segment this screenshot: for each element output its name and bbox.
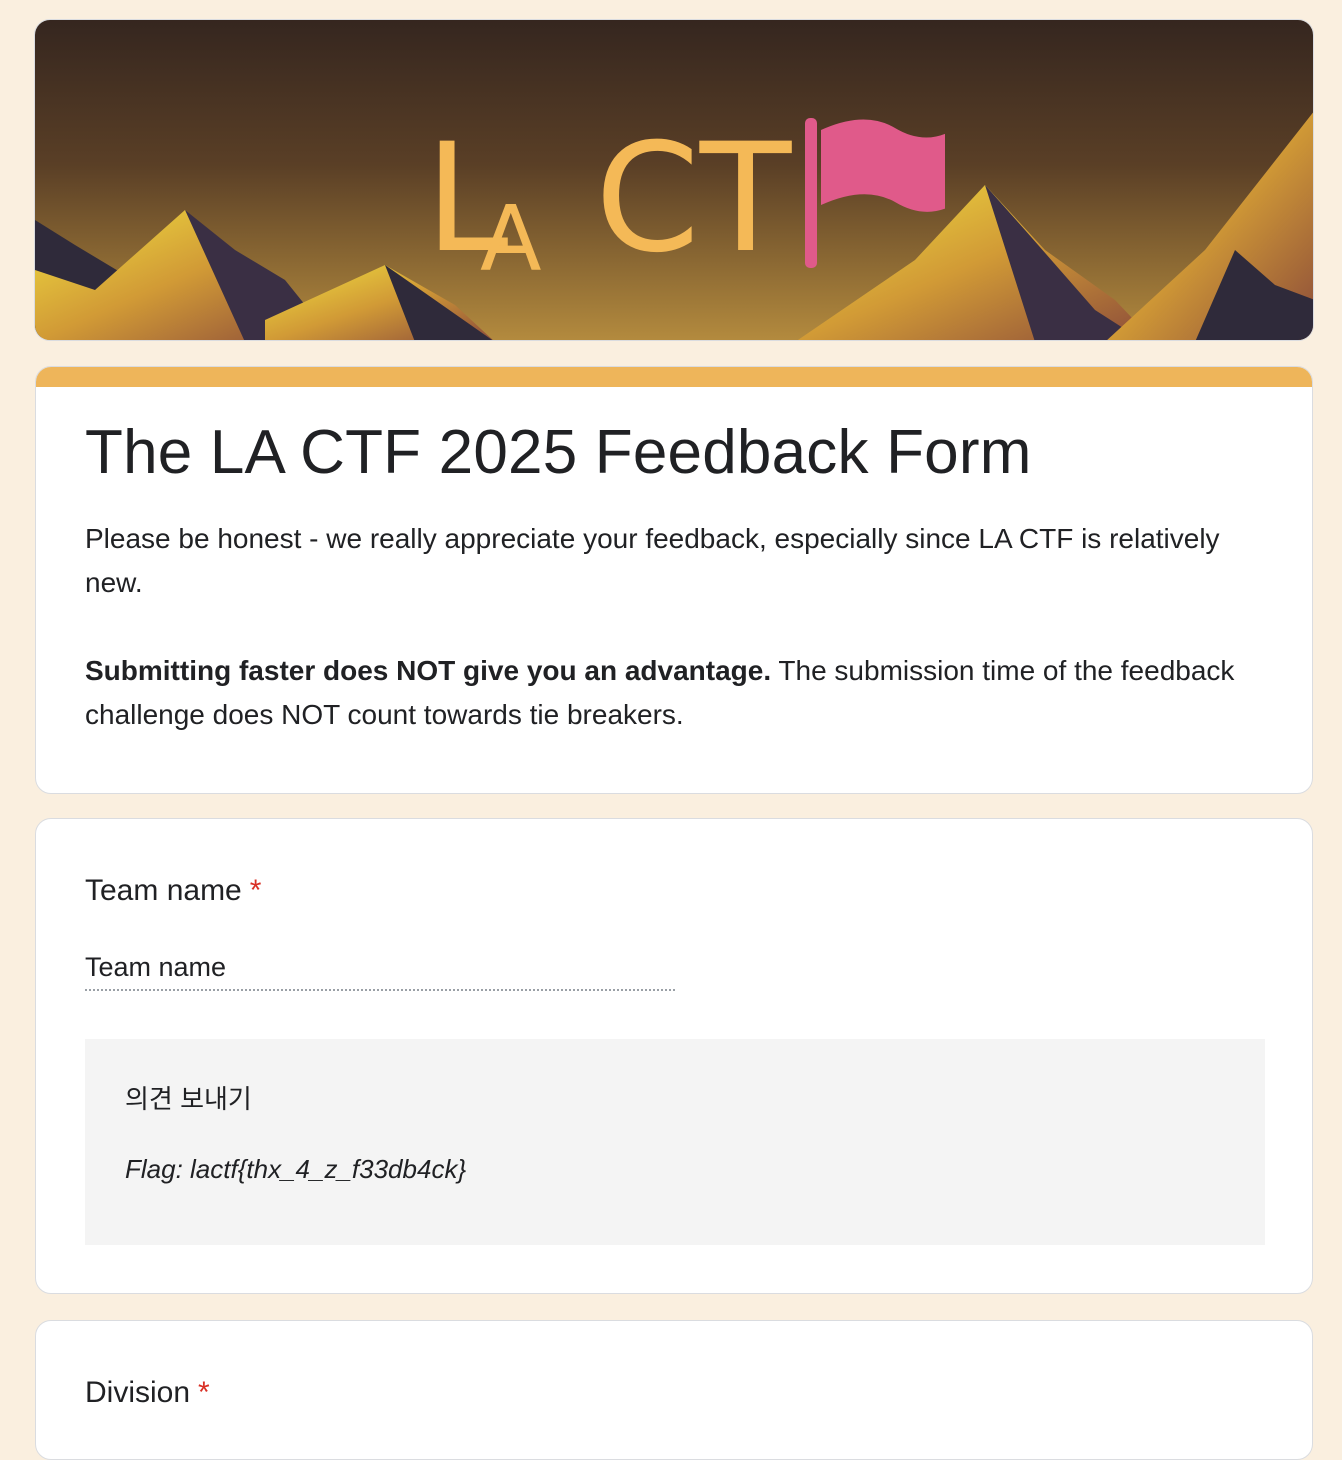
question-title-text: Team name xyxy=(85,874,242,907)
form-description: Please be honest - we really appreciate … xyxy=(85,517,1275,737)
question-title-text: Division xyxy=(85,1376,191,1409)
svg-text:A: A xyxy=(480,187,542,280)
question-title: Division * xyxy=(85,1373,210,1413)
required-asterisk: * xyxy=(249,874,262,907)
question-team-name: Team name * Team name 의견 보내기 Flag: lactf{… xyxy=(35,818,1313,1294)
feedback-flag-text: Flag: lactf{thx_4_z_f33db4ck} xyxy=(125,1154,467,1184)
feedback-box: 의견 보내기 Flag: lactf{thx_4_z_f33db4ck} xyxy=(85,1039,1265,1245)
feedback-label: 의견 보내기 xyxy=(125,1084,252,1114)
required-asterisk: * xyxy=(198,1376,210,1409)
header-banner: L A CT xyxy=(34,19,1314,341)
svg-text:CT: CT xyxy=(595,112,793,280)
team-name-answer[interactable]: Team name xyxy=(85,949,675,991)
question-division: Division * xyxy=(35,1320,1313,1460)
description-bold: Submitting faster does NOT give you an a… xyxy=(85,655,772,686)
form-header-card: The LA CTF 2025 Feedback Form Please be … xyxy=(35,366,1313,794)
description-paragraph-1: Please be honest - we really appreciate … xyxy=(85,523,1220,598)
lactf-logo: L A CT xyxy=(425,112,945,280)
question-title: Team name * xyxy=(85,871,261,911)
form-title: The LA CTF 2025 Feedback Form xyxy=(85,418,1032,487)
description-paragraph-2: Submitting faster does NOT give you an a… xyxy=(85,649,1275,737)
accent-bar xyxy=(36,367,1312,387)
